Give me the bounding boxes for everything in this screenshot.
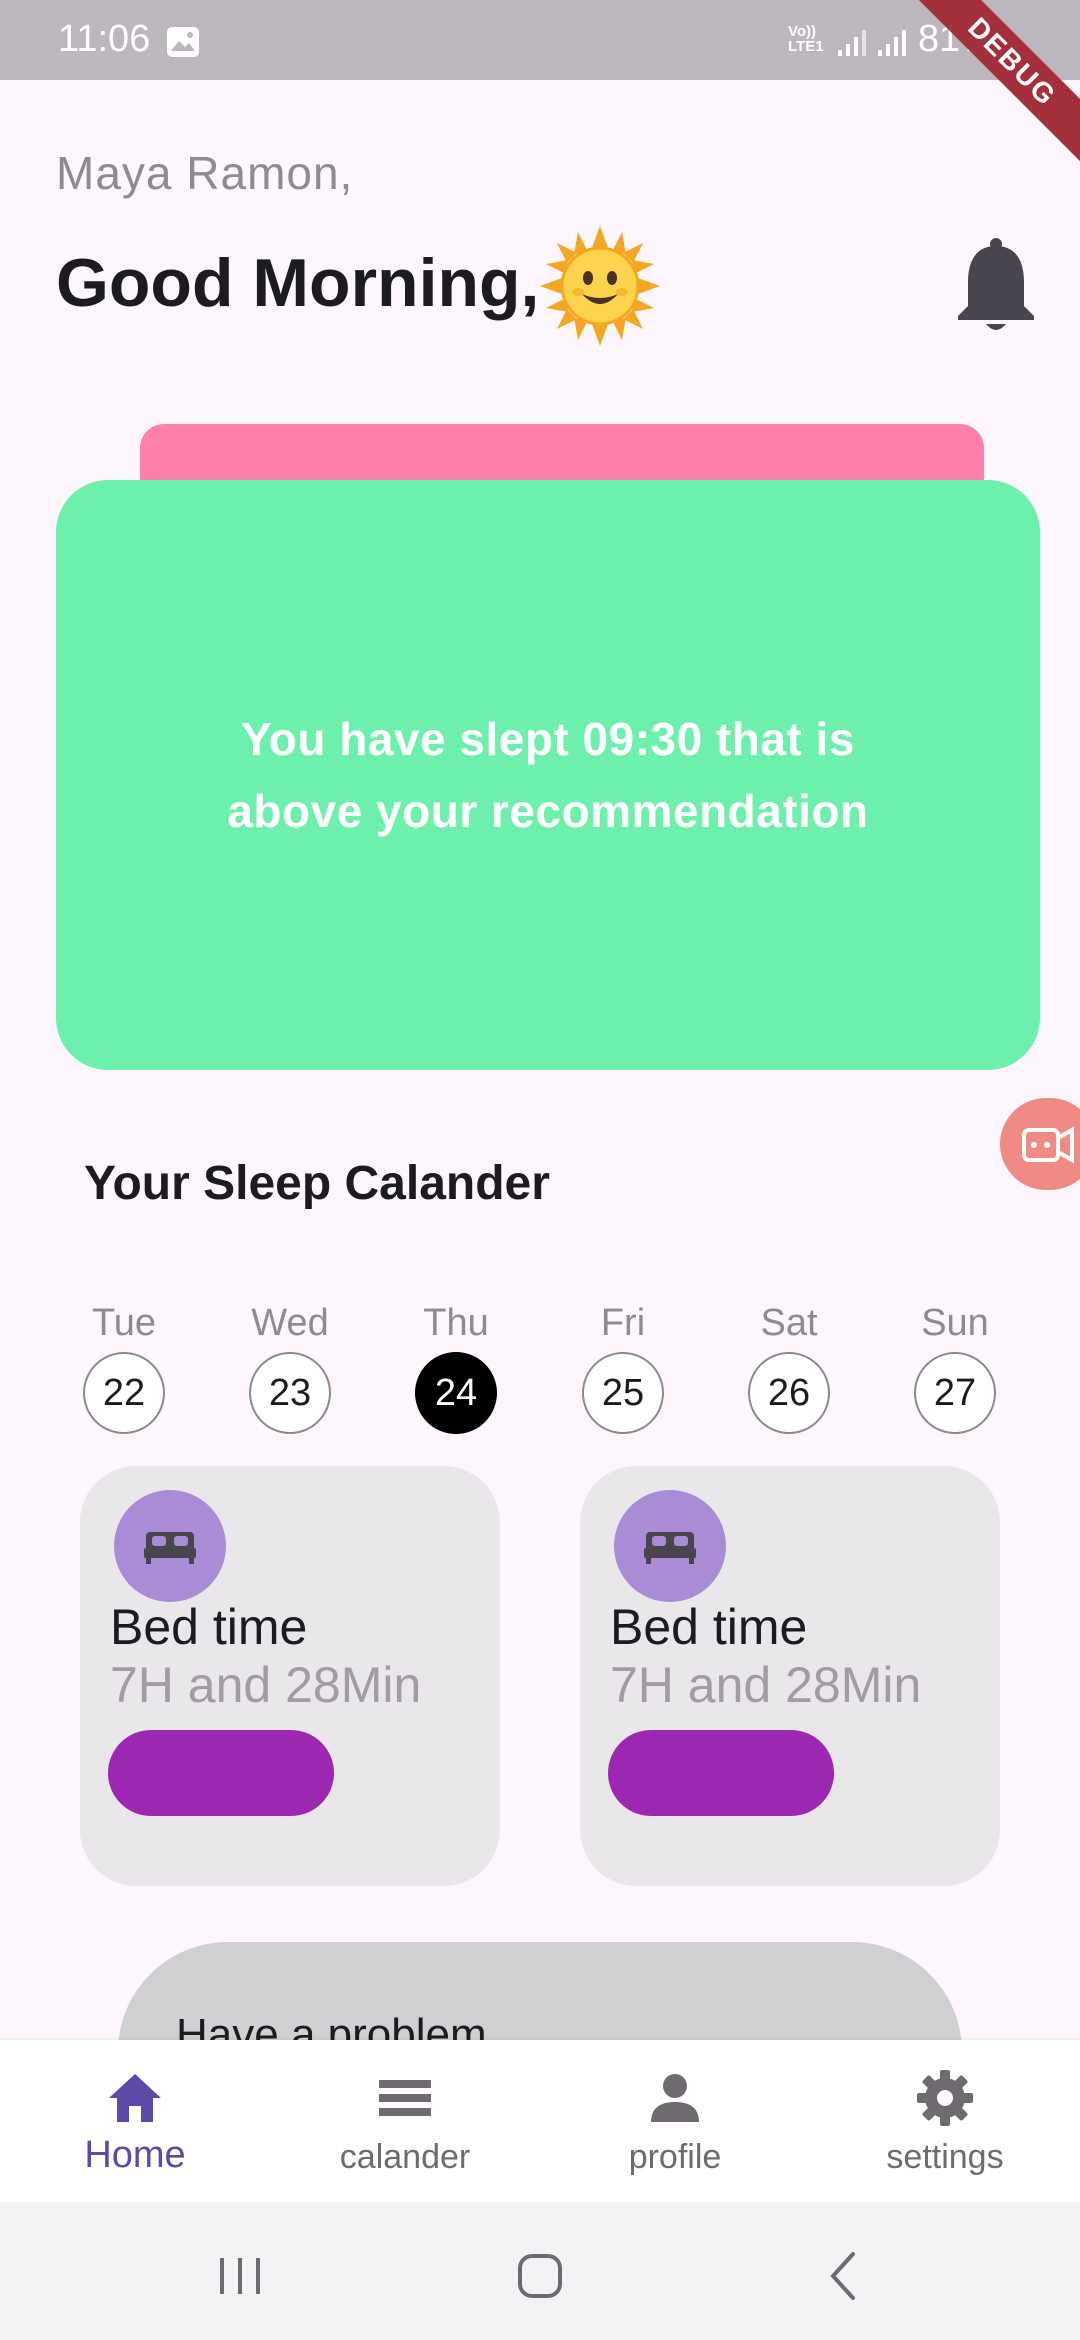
sleep-summary-card[interactable]: You have slept 09:30 that is above your …	[56, 480, 1040, 1070]
day-date: 23	[249, 1352, 331, 1434]
day-date: 27	[914, 1352, 996, 1434]
calendar-day[interactable]: Sat 26	[734, 1302, 844, 1434]
bed-time-button[interactable]	[108, 1730, 334, 1816]
bed-time-duration: 7H and 28Min	[110, 1657, 422, 1713]
status-time: 11:06	[58, 18, 151, 60]
nav-calander-label: calander	[339, 2138, 471, 2176]
bed-time-duration: 7H and 28Min	[610, 1657, 922, 1713]
day-date: 25	[582, 1352, 664, 1434]
calendar-day[interactable]: Sun 27	[900, 1302, 1010, 1434]
sleep-calendar-title: Your Sleep Calander	[84, 1157, 550, 1210]
signal-icon	[838, 30, 866, 56]
home-system-icon[interactable]	[510, 2246, 570, 2306]
user-name: Maya Ramon,	[56, 147, 354, 199]
day-name: Fri	[600, 1302, 646, 1344]
bed-icon	[144, 1532, 196, 1564]
bed-time-title: Bed time	[110, 1599, 308, 1655]
bed-avatar	[614, 1490, 726, 1602]
home-icon	[109, 2074, 161, 2122]
bed-time-button[interactable]	[608, 1730, 834, 1816]
nav-profile[interactable]: profile	[575, 2040, 775, 2202]
day-name: Tue	[91, 1302, 157, 1344]
day-name: Thu	[423, 1302, 489, 1344]
volte-indicator: Vo)) LTE1	[788, 23, 824, 55]
status-bar: 11:06 Vo)) LTE1 81% DEBUG	[0, 0, 1080, 170]
record-fab[interactable]	[1000, 1098, 1080, 1190]
calendar-day[interactable]: Fri 25	[568, 1302, 678, 1434]
bed-avatar	[114, 1490, 226, 1602]
day-date: 22	[83, 1352, 165, 1434]
gear-icon	[917, 2070, 973, 2126]
calendar-list-icon	[379, 2080, 431, 2116]
nav-settings[interactable]: settings	[845, 2040, 1045, 2202]
nav-calander[interactable]: calander	[305, 2040, 505, 2202]
day-name: Wed	[251, 1302, 329, 1344]
system-navigation-bar	[0, 2202, 1080, 2340]
nav-profile-label: profile	[628, 2138, 722, 2176]
bed-time-card[interactable]: Bed time 7H and 28Min	[80, 1466, 500, 1886]
notification-bell-icon[interactable]	[950, 236, 1042, 336]
recent-apps-icon[interactable]	[210, 2246, 270, 2306]
bed-time-title: Bed time	[610, 1599, 808, 1655]
nav-settings-label: settings	[886, 2138, 1004, 2176]
video-record-icon	[1022, 1126, 1074, 1164]
signal-icon	[878, 30, 906, 56]
bottom-navigation: Home calander profile settings	[0, 2040, 1080, 2202]
bed-icon	[644, 1532, 696, 1564]
person-icon	[651, 2074, 699, 2122]
bed-time-card[interactable]: Bed time 7H and 28Min	[580, 1466, 1000, 1886]
day-name: Sat	[760, 1302, 818, 1344]
image-notification-icon	[167, 27, 199, 57]
greeting-title: Good Morning,	[56, 245, 540, 321]
day-name: Sun	[921, 1302, 989, 1344]
calendar-day[interactable]: Tue 22	[69, 1302, 179, 1434]
day-date: 24	[415, 1352, 497, 1434]
day-date: 26	[748, 1352, 830, 1434]
nav-home-label: Home	[84, 2134, 186, 2176]
back-icon[interactable]	[815, 2246, 875, 2306]
calendar-day[interactable]: Wed 23	[235, 1302, 345, 1434]
sleep-summary-text: You have slept 09:30 that is above your …	[227, 713, 869, 837]
sun-face-icon	[540, 226, 660, 346]
nav-home[interactable]: Home	[35, 2040, 235, 2202]
calendar-day-selected[interactable]: Thu 24	[401, 1302, 511, 1434]
